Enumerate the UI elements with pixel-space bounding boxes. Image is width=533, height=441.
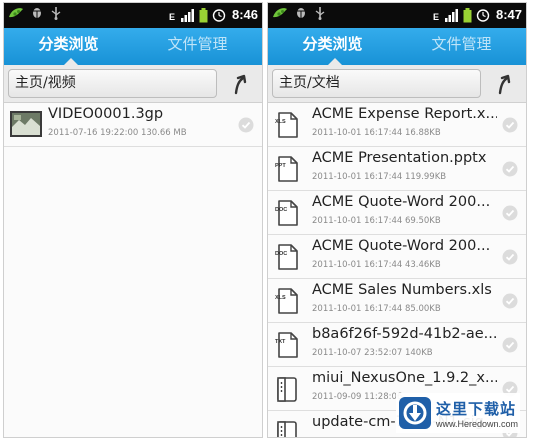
file-type-label: PPT bbox=[275, 163, 286, 169]
status-bar: E 8:47 bbox=[268, 3, 526, 28]
file-name: ACME Presentation.pptx bbox=[312, 150, 487, 166]
tab-file-manager[interactable]: 文件管理 bbox=[133, 28, 262, 65]
document-file-icon: DOC bbox=[272, 198, 302, 228]
battery-icon bbox=[463, 7, 472, 23]
alarm-icon bbox=[476, 8, 490, 22]
list-item[interactable]: DOC ACME Quote-Word 200... 2011-10-01 16:1… bbox=[268, 191, 526, 235]
file-name: miui_NexusOne_1.9.2_x... bbox=[312, 370, 497, 386]
file-meta: 2011-10-01 16:17:44 85.00KB bbox=[312, 304, 441, 314]
file-type-label: XLS bbox=[275, 119, 286, 125]
heredown-logo-icon bbox=[398, 396, 432, 430]
file-meta: 2011-10-01 16:17:44 119.99KB bbox=[312, 172, 447, 182]
list-item[interactable]: PPT ACME Presentation.pptx 2011-10-01 16:1… bbox=[268, 147, 526, 191]
checkmark-icon[interactable] bbox=[502, 337, 518, 353]
document-file-icon: XLS bbox=[272, 110, 302, 140]
file-type-label: DOC bbox=[275, 251, 287, 257]
phone-screen-video: E 8:46 分类浏览 文件管理 主页/视频 VIDEO0001.3gp 201… bbox=[3, 2, 263, 438]
document-file-icon: DOC bbox=[272, 242, 302, 272]
archive-file-icon bbox=[272, 374, 302, 404]
site-watermark: 这里下载站 www.Heredown.com bbox=[396, 393, 520, 433]
tab-bar: 分类浏览 文件管理 bbox=[268, 28, 526, 65]
file-meta: 2011-10-01 16:17:44 16.88KB bbox=[312, 128, 441, 138]
checkmark-icon[interactable] bbox=[502, 293, 518, 309]
active-tab-pointer-icon bbox=[328, 57, 342, 65]
checkmark-icon[interactable] bbox=[502, 161, 518, 177]
svg-text:E: E bbox=[433, 12, 439, 22]
alarm-icon bbox=[212, 8, 226, 22]
file-meta: 2011-09-09 11:28:06 bbox=[312, 392, 403, 402]
status-bar: E 8:46 bbox=[4, 3, 262, 28]
android-debug-icon bbox=[31, 6, 43, 20]
edge-network-icon: E bbox=[433, 8, 441, 22]
path-bar: 主页/视频 bbox=[4, 65, 262, 103]
current-path[interactable]: 主页/文档 bbox=[272, 69, 481, 98]
signal-icon bbox=[180, 8, 195, 22]
file-type-label: DOC bbox=[275, 207, 287, 213]
document-file-icon: PPT bbox=[272, 154, 302, 184]
active-tab-pointer-icon bbox=[64, 57, 78, 65]
list-item[interactable]: XLS ACME Expense Report.x... 2011-10-01 16… bbox=[268, 103, 526, 147]
file-meta: 2011-10-01 16:17:44 43.46KB bbox=[312, 260, 441, 270]
file-list: XLS ACME Expense Report.x... 2011-10-01 16… bbox=[268, 103, 526, 437]
file-name: ACME Sales Numbers.xls bbox=[312, 282, 492, 298]
list-item[interactable]: TXT b8a6f26f-592d-41b2-ae... 2011-10-07 23… bbox=[268, 323, 526, 367]
file-name: ACME Expense Report.x... bbox=[312, 106, 497, 122]
phone-screen-documents: E 8:47 分类浏览 文件管理 主页/文档 XLS ACME Expense R… bbox=[267, 2, 527, 438]
tab-file-manager[interactable]: 文件管理 bbox=[397, 28, 526, 65]
list-item[interactable]: VIDEO0001.3gp 2011-07-16 19:22:00 130.66… bbox=[4, 103, 262, 147]
pea-pod-icon bbox=[272, 6, 288, 20]
checkmark-icon[interactable] bbox=[238, 117, 254, 133]
file-list: VIDEO0001.3gp 2011-07-16 19:22:00 130.66… bbox=[4, 103, 262, 147]
list-item[interactable]: XLS ACME Sales Numbers.xls 2011-10-01 16:1… bbox=[268, 279, 526, 323]
path-bar: 主页/文档 bbox=[268, 65, 526, 103]
file-meta: 2011-10-01 16:17:44 69.50KB bbox=[312, 216, 441, 226]
list-item[interactable]: DOC ACME Quote-Word 200... 2011-10-01 16:1… bbox=[268, 235, 526, 279]
android-debug-icon bbox=[295, 6, 307, 20]
watermark-title: 这里下载站 bbox=[436, 399, 517, 418]
battery-icon bbox=[199, 7, 208, 23]
pea-pod-icon bbox=[8, 6, 24, 20]
usb-icon bbox=[314, 6, 326, 20]
up-directory-button[interactable] bbox=[494, 73, 516, 95]
status-time: 8:46 bbox=[231, 7, 258, 22]
file-type-label: TXT bbox=[275, 339, 286, 345]
status-time: 8:47 bbox=[495, 7, 522, 22]
checkmark-icon[interactable] bbox=[502, 117, 518, 133]
up-directory-button[interactable] bbox=[230, 73, 252, 95]
checkmark-icon[interactable] bbox=[502, 249, 518, 265]
file-name: VIDEO0001.3gp bbox=[48, 106, 164, 122]
file-type-label: XLS bbox=[275, 295, 286, 301]
edge-network-icon: E bbox=[169, 8, 177, 22]
svg-text:E: E bbox=[169, 12, 175, 22]
document-file-icon: TXT bbox=[272, 330, 302, 360]
tab-bar: 分类浏览 文件管理 bbox=[4, 28, 262, 65]
video-thumbnail-icon bbox=[10, 111, 42, 137]
signal-icon bbox=[444, 8, 459, 22]
file-meta: 2011-07-16 19:22:00 130.66 MB bbox=[48, 128, 187, 138]
watermark-url: www.Heredown.com bbox=[436, 418, 519, 429]
file-name: b8a6f26f-592d-41b2-ae... bbox=[312, 326, 497, 342]
file-name: ACME Quote-Word 200... bbox=[312, 238, 491, 254]
document-file-icon: XLS bbox=[272, 286, 302, 316]
file-meta: 2011-10-07 23:52:07 140KB bbox=[312, 348, 433, 358]
current-path[interactable]: 主页/视频 bbox=[8, 69, 217, 98]
usb-icon bbox=[50, 6, 62, 20]
archive-file-icon bbox=[272, 418, 302, 437]
checkmark-icon[interactable] bbox=[502, 205, 518, 221]
file-name: ACME Quote-Word 200... bbox=[312, 194, 491, 210]
